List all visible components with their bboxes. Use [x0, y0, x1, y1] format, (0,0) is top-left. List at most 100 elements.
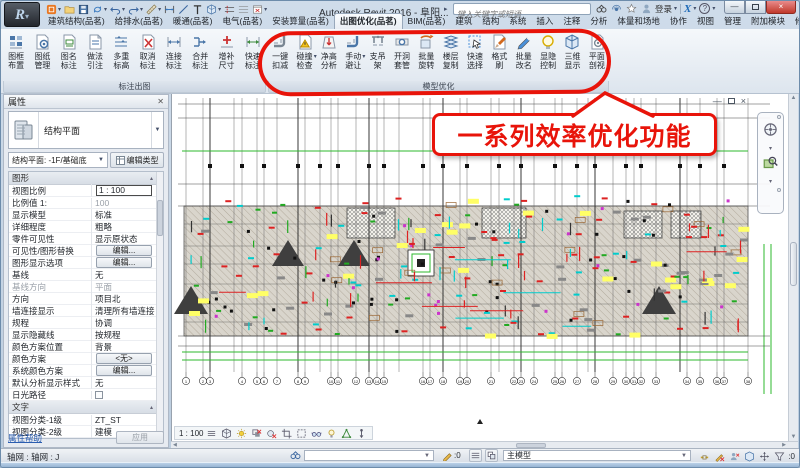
- dropdown-arrow-icon[interactable]: ▾: [140, 6, 143, 13]
- favorites-star-icon[interactable]: [625, 3, 637, 15]
- add-dimension-button[interactable]: 增补尺寸: [213, 30, 239, 81]
- crop-view-icon[interactable]: [280, 427, 293, 440]
- visual-style-icon[interactable]: [220, 427, 233, 440]
- dropdown-arrow-icon[interactable]: ▾: [104, 6, 107, 13]
- ribbon-tab-2[interactable]: 给排水(品茗): [110, 14, 168, 29]
- signin-label[interactable]: 登录: [655, 3, 672, 15]
- property-edit-button[interactable]: 编辑...: [96, 365, 152, 376]
- workset-combo[interactable]: ▼: [304, 450, 434, 461]
- floor-copy-button[interactable]: 楼层复制: [439, 30, 463, 81]
- constraints-icon[interactable]: [355, 427, 368, 440]
- filter-icon[interactable]: [773, 450, 786, 463]
- property-value[interactable]: 背景: [91, 341, 156, 353]
- help-icon[interactable]: ?: [699, 3, 710, 14]
- multi-level-button[interactable]: 多重标高: [108, 30, 134, 81]
- drawing-name-tag-button[interactable]: 图名标注: [56, 30, 82, 81]
- property-edit-button[interactable]: 编辑...: [96, 257, 152, 268]
- format-painter-button[interactable]: 格式刷: [487, 30, 511, 81]
- method-note-button[interactable]: 做法引注: [82, 30, 108, 81]
- dropdown-arrow-icon[interactable]: ▾: [218, 6, 221, 13]
- zoom-dropdown-icon[interactable]: ▾: [769, 178, 772, 185]
- ribbon-tab-1[interactable]: 建筑结构(品茗): [43, 14, 110, 29]
- visibility-control-button[interactable]: 显隐控制: [536, 30, 560, 81]
- select-pinned-icon[interactable]: [728, 450, 741, 463]
- wheel-dropdown-icon[interactable]: ▾: [769, 145, 772, 152]
- temporary-hide-icon[interactable]: [310, 427, 323, 440]
- scroll-up-icon[interactable]: ▲: [789, 95, 798, 101]
- ribbon-tab-5[interactable]: 安装算量(品茗): [267, 14, 334, 29]
- type-selector-dropdown-icon[interactable]: ▼: [151, 112, 163, 148]
- property-value[interactable]: 标准: [91, 209, 156, 221]
- dropdown-arrow-icon[interactable]: ▾: [58, 6, 61, 13]
- dropdown-arrow-icon[interactable]: ▾: [693, 5, 696, 12]
- drag-selection-icon[interactable]: [758, 450, 771, 463]
- dropdown-arrow-icon[interactable]: ▾: [122, 6, 125, 13]
- property-checkbox[interactable]: [95, 391, 103, 399]
- dropdown-arrow-icon[interactable]: ▾: [158, 6, 161, 13]
- property-value[interactable]: 协调: [91, 317, 156, 329]
- scroll-down-icon[interactable]: ▼: [789, 434, 798, 440]
- collapse-icon[interactable]: ▴: [150, 175, 153, 182]
- cancel-tag-button[interactable]: 取消标注: [134, 30, 160, 81]
- ribbon-tab-14[interactable]: 体量和场地: [612, 14, 665, 29]
- collapse-icon[interactable]: ▴: [150, 404, 153, 411]
- dropdown-arrow-icon[interactable]: ▾: [674, 5, 677, 12]
- design-options-icon[interactable]: [469, 449, 482, 462]
- property-value[interactable]: 无: [91, 269, 156, 281]
- exchange-apps-icon[interactable]: X: [684, 3, 691, 15]
- steering-wheel-icon[interactable]: [763, 122, 778, 142]
- quick-select-button[interactable]: 快速选择: [463, 30, 487, 81]
- minimize-button[interactable]: —: [724, 1, 745, 14]
- property-edit-button[interactable]: 编辑...: [96, 245, 152, 256]
- property-value[interactable]: 显示原状态: [91, 233, 156, 245]
- type-selector[interactable]: 结构平面 ▼: [8, 111, 164, 149]
- ribbon-tab-10[interactable]: 系统: [504, 14, 531, 29]
- application-menu-button[interactable]: R▾: [4, 2, 40, 27]
- select-link-icon[interactable]: [698, 450, 711, 463]
- vertical-scroll-thumb[interactable]: [790, 242, 797, 286]
- analytical-model-icon[interactable]: [340, 427, 353, 440]
- instance-selector[interactable]: 结构平面: -1F/基础底▼: [8, 152, 108, 168]
- plan-section-button[interactable]: 平面剖视: [585, 30, 609, 81]
- view-minimize-icon[interactable]: —: [713, 96, 722, 106]
- connect-tag-button[interactable]: 连接标注: [161, 30, 187, 81]
- ribbon-tab-18[interactable]: 附加模块: [746, 14, 790, 29]
- quick-tag-button[interactable]: 快速标注: [240, 30, 266, 81]
- clash-check-button[interactable]: 碰撞检查▾: [292, 30, 316, 81]
- ribbon-tab-15[interactable]: 协作: [665, 14, 692, 29]
- hanger-button[interactable]: 支吊架: [365, 30, 389, 81]
- shadows-off-icon[interactable]: [250, 427, 263, 440]
- manual-avoid-button[interactable]: 手动避让▾: [341, 30, 365, 81]
- design-option-combo[interactable]: 主模型▼: [503, 450, 691, 461]
- batch-rename-button[interactable]: 批量改名: [512, 30, 536, 81]
- ribbon-tab-7[interactable]: BIM(品茗): [403, 14, 451, 29]
- ribbon-tab-11[interactable]: 插入: [531, 14, 558, 29]
- frame-layout-button[interactable]: 图框布置: [3, 30, 29, 81]
- merge-tag-button[interactable]: 合并标注: [187, 30, 213, 81]
- property-value[interactable]: 项目北: [91, 293, 156, 305]
- one-key-deduct-button[interactable]: 一键扣减: [268, 30, 292, 81]
- crop-region-icon[interactable]: [295, 427, 308, 440]
- ribbon-tab-12[interactable]: 注释: [558, 14, 585, 29]
- signin-person-icon[interactable]: [640, 3, 652, 15]
- view-close-icon[interactable]: ×: [741, 96, 746, 106]
- vertical-scrollbar[interactable]: ▲ ▼: [788, 94, 798, 441]
- ribbon-tab-9[interactable]: 结构: [477, 14, 504, 29]
- ribbon-tab-16[interactable]: 视图: [692, 14, 719, 29]
- reveal-hidden-icon[interactable]: [325, 427, 338, 440]
- apply-button[interactable]: 应用: [116, 431, 164, 444]
- sun-path-icon[interactable]: [235, 427, 248, 440]
- property-value[interactable]: 按规程: [91, 329, 156, 341]
- property-value[interactable]: 粗略: [91, 221, 156, 233]
- property-value[interactable]: ZT_ST: [91, 415, 156, 425]
- comm-center-icon[interactable]: [610, 3, 622, 15]
- ribbon-tab-8[interactable]: 建筑: [450, 14, 477, 29]
- clear-height-button[interactable]: 净高分析: [317, 30, 341, 81]
- restore-button[interactable]: [745, 1, 766, 14]
- dropdown-arrow-icon[interactable]: ▾: [264, 6, 267, 13]
- link-options-icon[interactable]: [485, 449, 498, 462]
- close-button[interactable]: ×: [766, 1, 796, 14]
- sleeve-opening-button[interactable]: 开洞套管: [390, 30, 414, 81]
- edit-type-button[interactable]: 编辑类型: [110, 152, 164, 168]
- ribbon-tab-13[interactable]: 分析: [585, 14, 612, 29]
